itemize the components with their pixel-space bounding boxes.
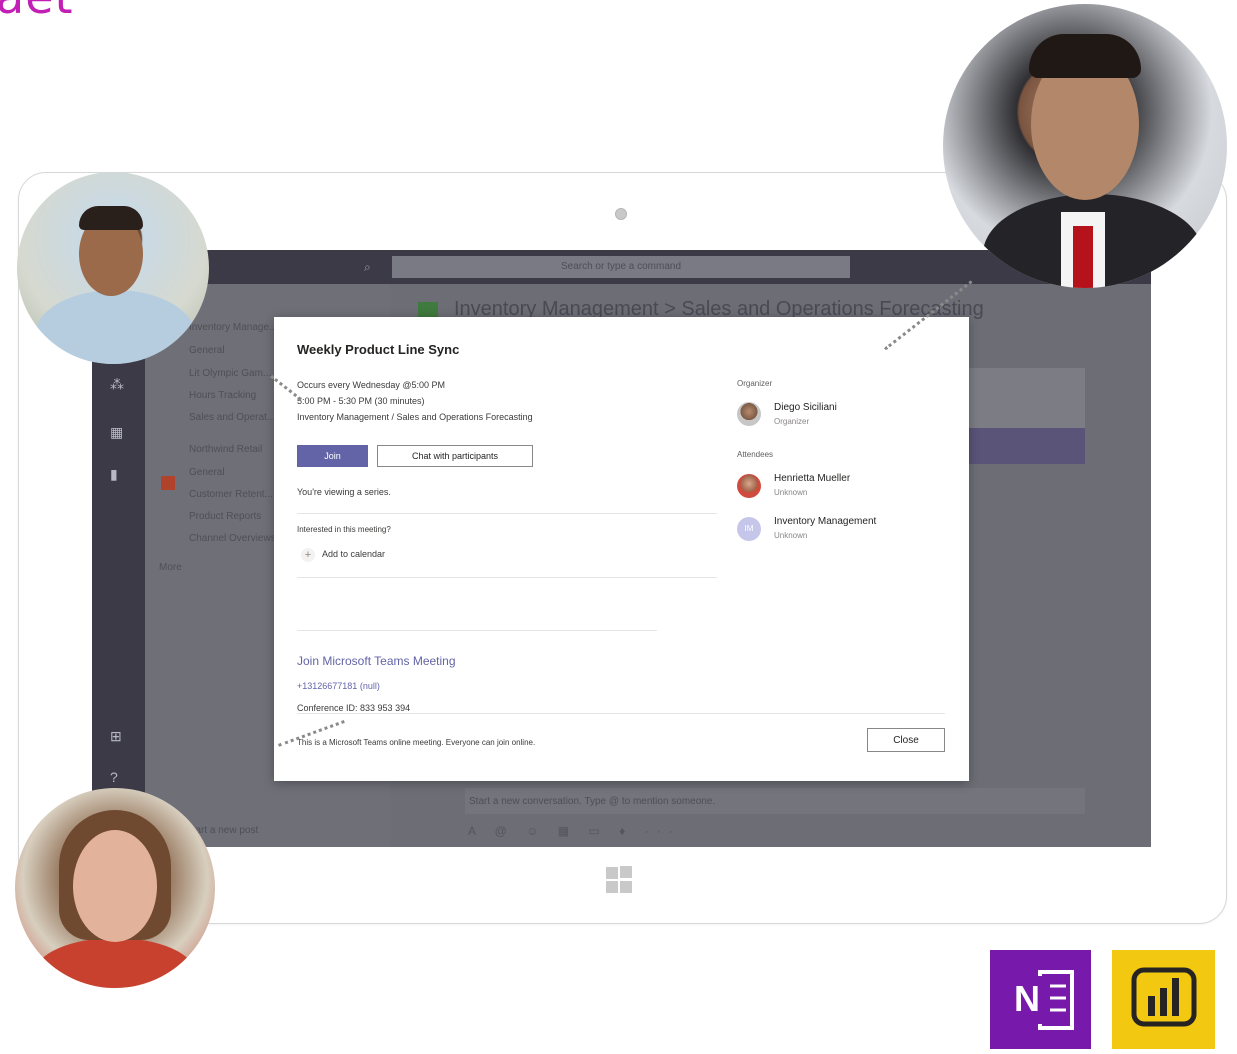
files-icon[interactable]: ▮ [110, 466, 118, 483]
meeting-time: 5:00 PM - 5:30 PM (30 minutes) [297, 396, 425, 406]
channel-item[interactable]: Inventory Manage... [189, 322, 277, 333]
onenote-icon[interactable]: N [990, 950, 1091, 1049]
channel-item[interactable]: Northwind Retail [189, 444, 262, 455]
app-rail: ⁂ ▦ ▮ ⊞ ? [92, 284, 145, 847]
interested-label: Interested in this meeting? [297, 525, 391, 534]
meeting-recurrence: Occurs every Wednesday @5:00 PM [297, 380, 446, 390]
search-placeholder: Search or type a command [560, 261, 682, 272]
attendee-avatar[interactable] [737, 474, 761, 498]
channel-item[interactable]: General [189, 467, 225, 478]
meeting-channel: Inventory Management / Sales and Operati… [297, 412, 533, 422]
divider [297, 713, 945, 714]
organizer-role: Organizer [774, 417, 810, 426]
camera-icon [615, 208, 627, 220]
channel-item[interactable]: Customer Retent... [189, 489, 273, 500]
person-photo [17, 172, 209, 364]
organizer-avatar[interactable] [737, 402, 761, 426]
attendee-initials-avatar[interactable]: IM [737, 517, 761, 541]
attendee-name[interactable]: Inventory Management [774, 516, 876, 527]
person-photo [943, 4, 1227, 288]
attendee-role: Unknown [774, 531, 808, 540]
channel-item[interactable]: Product Reports [189, 511, 261, 522]
apps-icon[interactable]: ⊞ [110, 728, 122, 745]
help-icon[interactable]: ? [110, 769, 118, 785]
channel-item[interactable]: Lit Olympic Gam... [189, 368, 271, 379]
channel-item[interactable]: Sales and Operat... [189, 412, 275, 423]
attendee-role: Unknown [774, 488, 808, 497]
compose-placeholder: Start a new conversation. Type @ to ment… [469, 796, 716, 807]
divider [297, 630, 657, 631]
teams-icon[interactable]: ⁂ [110, 376, 124, 393]
divider [297, 513, 717, 514]
team-avatar-icon [161, 476, 175, 490]
search-input[interactable]: Search or type a command [392, 256, 850, 278]
close-button[interactable]: Close [867, 728, 945, 752]
attendees-heading: Attendees [737, 450, 774, 459]
join-teams-meeting-link[interactable]: Join Microsoft Teams Meeting [297, 654, 456, 668]
heading-fragment: aet [0, 0, 74, 24]
chat-with-participants-button[interactable]: Chat with participants [377, 445, 533, 467]
footer-note: This is a Microsoft Teams online meeting… [297, 738, 536, 747]
organizer-heading: Organizer [737, 379, 773, 388]
power-bi-icon[interactable] [1112, 950, 1215, 1049]
dial-in-number-link[interactable]: +13126677181 (null) [297, 681, 380, 691]
windows-logo-icon[interactable] [606, 866, 634, 894]
compose-toolbar[interactable]: A @ ☺ ▦ ▭ ♦ ··· [468, 824, 681, 838]
meeting-title: Weekly Product Line Sync [297, 342, 460, 357]
channel-item[interactable]: More [159, 562, 182, 573]
add-to-calendar-link[interactable]: Add to calendar [322, 549, 385, 559]
person-photo [15, 788, 215, 988]
add-icon[interactable]: + [301, 548, 315, 562]
series-note: You're viewing a series. [297, 487, 391, 497]
organizer-name[interactable]: Diego Siciliani [774, 402, 837, 413]
channel-item[interactable]: Channel Overviews [189, 533, 276, 544]
onenote-letter: N [1014, 978, 1040, 1019]
search-icon[interactable]: ⌕ [364, 260, 371, 275]
divider [297, 577, 717, 578]
attendee-name[interactable]: Henrietta Mueller [774, 473, 850, 484]
meeting-dialog: Weekly Product Line Sync Occurs every We… [274, 317, 969, 781]
calendar-icon[interactable]: ▦ [110, 424, 123, 441]
join-button[interactable]: Join [297, 445, 368, 467]
channel-item[interactable]: Hours Tracking [189, 390, 256, 401]
